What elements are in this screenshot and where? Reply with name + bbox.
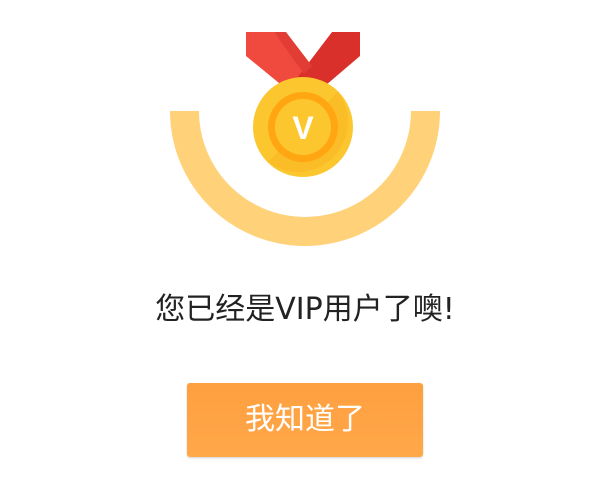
vip-medal-illustration: V bbox=[170, 32, 440, 246]
medal-letter: V bbox=[292, 110, 314, 146]
got-it-button[interactable]: 我知道了 bbox=[187, 383, 423, 457]
vip-medal-icon: V bbox=[253, 77, 353, 177]
vip-status-message: 您已经是VIP用户了噢! bbox=[155, 292, 455, 327]
